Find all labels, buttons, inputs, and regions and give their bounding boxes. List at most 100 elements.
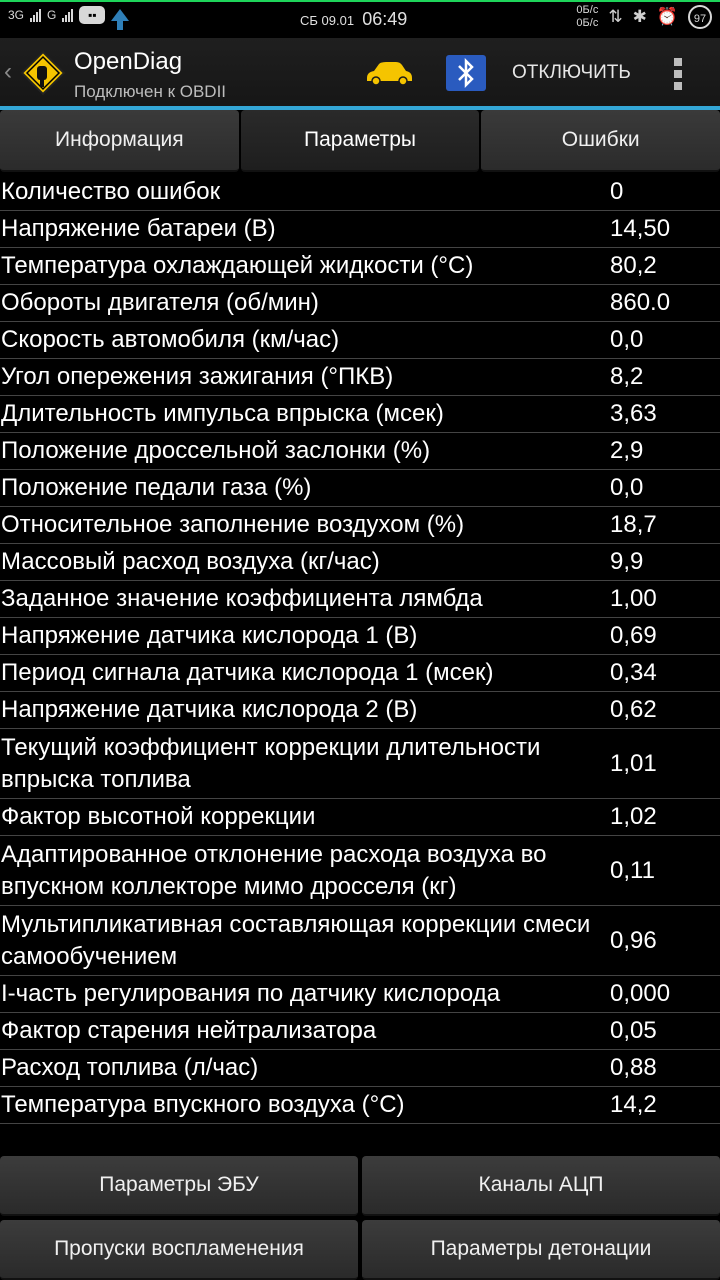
tab-info[interactable]: Информация [0, 110, 239, 172]
param-value: 9,9 [610, 548, 644, 575]
misfire-button[interactable]: Пропуски воспламенения [0, 1220, 358, 1280]
app-logo-icon[interactable] [20, 50, 66, 96]
param-value: 0,96 [610, 926, 657, 954]
overflow-menu-icon[interactable] [668, 58, 688, 90]
param-label: Обороты двигателя (об/мин) [1, 289, 319, 316]
data-transfer-icon: ⇅ [608, 7, 623, 26]
back-chevron-icon[interactable]: ‹ [4, 58, 12, 86]
param-value: 1,01 [610, 749, 657, 777]
param-value: 0,11 [610, 856, 655, 884]
param-row: Текущий коэффициент коррекции длительнос… [0, 729, 720, 799]
param-label: Массовый расход воздуха (кг/час) [1, 548, 380, 575]
status-right: 0Б/с 0Б/с ⇅ ✱ ⏰ 97 [576, 4, 712, 30]
param-row: Количество ошибок 0 [0, 174, 720, 211]
param-label: Фактор старения нейтрализатора [1, 1017, 377, 1044]
param-row: Заданное значение коэффициента лямбда 1,0… [0, 581, 720, 618]
param-label: Период сигнала датчика кислорода 1 (мсек… [1, 659, 494, 686]
param-label: Напряжение батареи (В) [1, 215, 276, 242]
param-row: Длительность импульса впрыска (мсек) 3,63 [0, 396, 720, 433]
param-value: 0 [610, 178, 624, 205]
bluetooth-icon[interactable] [446, 55, 486, 91]
param-row: Скорость автомобиля (км/час) 0,0 [0, 322, 720, 359]
parameter-list[interactable]: Количество ошибок 0 Напряжение батареи (В… [0, 174, 720, 1142]
param-row: Адаптированное отклонение расхода воздух… [0, 836, 720, 906]
status-progress-line [0, 0, 720, 2]
param-label: Расход топлива (л/час) [1, 1054, 259, 1081]
param-value: 14,50 [610, 215, 671, 242]
param-label: Напряжение датчика кислорода 1 (В) [1, 622, 418, 649]
param-row: Расход топлива (л/час) 0,88 [0, 1050, 720, 1087]
tab-bar: Информация Параметры Ошибки [0, 110, 720, 172]
param-label: Напряжение датчика кислорода 2 (В) [1, 696, 418, 723]
network-type-2: G [47, 8, 57, 22]
speed-up: 0Б/с [576, 4, 599, 16]
param-label: Длительность импульса впрыска (мсек) [1, 400, 444, 427]
param-value: 0,0 [610, 474, 644, 501]
param-row: Угол опережения зажигания (°ПКВ) 8,2 [0, 359, 720, 396]
ecu-params-button[interactable]: Параметры ЭБУ [0, 1156, 358, 1216]
param-label: Текущий коэффициент коррекции длительнос… [1, 733, 541, 793]
param-label: Положение дроссельной заслонки (%) [1, 437, 431, 464]
param-row: Фактор высотной коррекции 1,02 [0, 799, 720, 836]
status-time: 06:49 [362, 9, 408, 29]
param-value: 0,05 [610, 1017, 657, 1044]
signal-bars-2-icon [62, 8, 74, 22]
param-value: 0,69 [610, 622, 657, 649]
network-speed: 0Б/с 0Б/с [576, 4, 598, 30]
param-row: Массовый расход воздуха (кг/час) 9,9 [0, 544, 720, 581]
knock-params-button[interactable]: Параметры детонации [362, 1220, 720, 1280]
param-value: 860.0 [610, 289, 671, 316]
alarm-clock-icon: ⏰ [656, 7, 678, 26]
bottom-button-panel: Параметры ЭБУ Каналы АЦП Пропуски воспла… [0, 1156, 720, 1280]
tab-errors[interactable]: Ошибки [481, 110, 720, 172]
param-label: Относительное заполнение воздухом (%) [1, 511, 465, 538]
speed-down: 0Б/с [576, 17, 599, 29]
status-bar: 3G G ▪▪ СБ 09.01 06:49 0Б/с 0Б/с ⇅ ✱ ⏰ 9… [0, 0, 720, 38]
param-label: Скорость автомобиля (км/час) [1, 326, 340, 353]
vibrate-icon: ✱ [632, 7, 647, 26]
param-label: Количество ошибок [1, 178, 221, 205]
param-value: 0,88 [610, 1054, 657, 1081]
param-label: Положение педали газа (%) [1, 474, 312, 501]
upload-arrow-icon [111, 9, 130, 30]
action-bar: ‹ OpenDiag Подключен к OBDII ОТКЛЮЧИТЬ [0, 38, 720, 110]
param-value: 8,2 [610, 363, 644, 390]
param-row: Напряжение датчика кислорода 2 (В) 0,62 [0, 692, 720, 729]
param-label: Мультипликативная составляющая коррекции… [1, 910, 591, 970]
param-value: 0,0 [610, 326, 644, 353]
param-row: Напряжение датчика кислорода 1 (В) 0,69 [0, 618, 720, 655]
param-value: 0,000 [610, 980, 671, 1007]
param-label: Заданное значение коэффициента лямбда [1, 585, 483, 612]
param-row: Температура впускного воздуха (°C) 14,2 [0, 1087, 720, 1124]
param-label: Температура впускного воздуха (°C) [1, 1091, 405, 1118]
status-datetime: СБ 09.01 06:49 [300, 9, 407, 30]
signal-bars-1-icon [30, 8, 42, 22]
param-value: 0,62 [610, 696, 657, 723]
param-value: 1,00 [610, 585, 657, 612]
param-value: 1,02 [610, 803, 657, 830]
battery-icon: 97 [688, 5, 712, 29]
car-icon[interactable] [364, 60, 414, 86]
param-row: Напряжение батареи (В) 14,50 [0, 211, 720, 248]
param-row: Обороты двигателя (об/мин) 860.0 [0, 285, 720, 322]
param-label: I-часть регулирования по датчику кислоро… [1, 980, 501, 1007]
status-date: СБ 09.01 [300, 13, 355, 28]
param-label: Температура охлаждающей жидкости (°C) [1, 252, 474, 279]
tab-params[interactable]: Параметры [240, 110, 480, 172]
status-left: 3G G ▪▪ [8, 6, 130, 30]
param-row: Температура охлаждающей жидкости (°C) 80,… [0, 248, 720, 285]
connection-status: Подключен к OBDII [74, 82, 227, 101]
param-label: Фактор высотной коррекции [1, 803, 316, 830]
adc-channels-button[interactable]: Каналы АЦП [362, 1156, 720, 1216]
network-type-1: 3G [8, 8, 25, 22]
param-row: Относительное заполнение воздухом (%) 18,… [0, 507, 720, 544]
param-value: 18,7 [610, 511, 657, 538]
param-row: Положение дроссельной заслонки (%) 2,9 [0, 433, 720, 470]
param-row: Период сигнала датчика кислорода 1 (мсек… [0, 655, 720, 692]
param-value: 80,2 [610, 252, 657, 279]
disconnect-button[interactable]: ОТКЛЮЧИТЬ [512, 62, 631, 84]
gamepad-notification-icon: ▪▪ [79, 6, 106, 24]
app-title: OpenDiag [74, 48, 183, 75]
param-label: Угол опережения зажигания (°ПКВ) [1, 363, 394, 390]
param-value: 14,2 [610, 1091, 657, 1118]
